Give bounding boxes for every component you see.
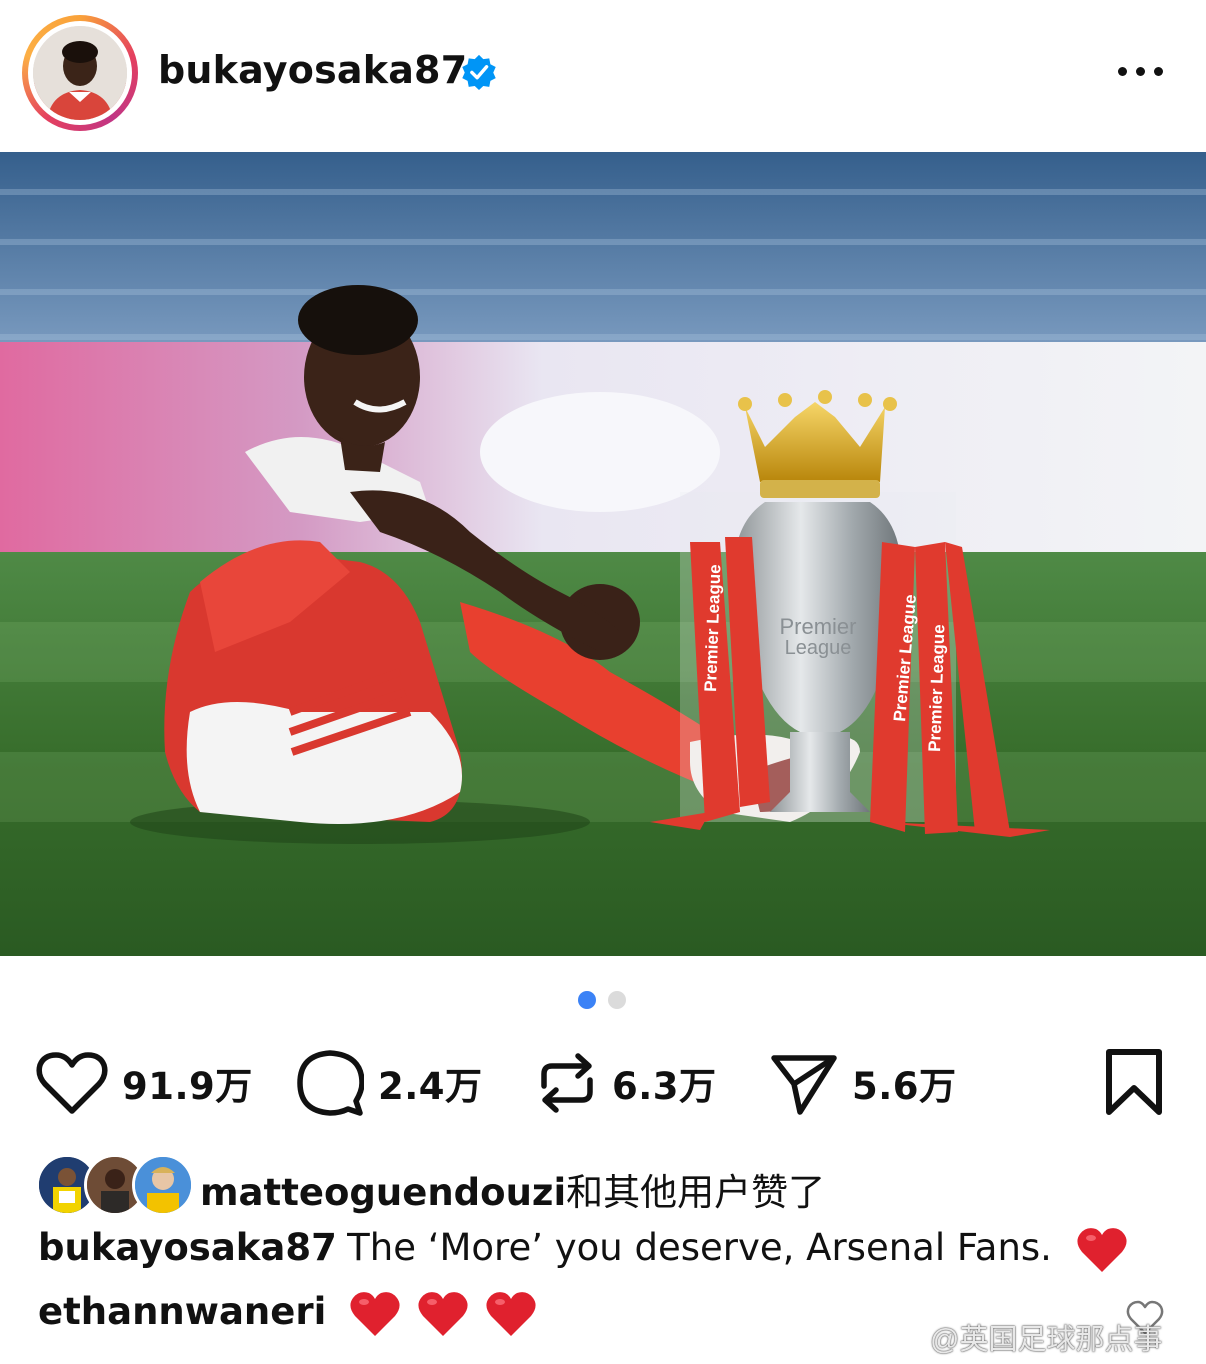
- verified-badge-icon: [462, 54, 496, 91]
- repost-icon: [541, 1053, 593, 1113]
- story-avatar[interactable]: [22, 15, 138, 131]
- liker-avatar: [132, 1154, 194, 1216]
- send-icon: [771, 1055, 837, 1115]
- avatar-image: [33, 26, 127, 120]
- red-heart-emoji-icon: [486, 1292, 536, 1337]
- comment-button[interactable]: 2.4万: [296, 1046, 483, 1120]
- red-heart-emoji-icon: [1077, 1228, 1127, 1273]
- trophy-engraving-line-2: League: [785, 637, 852, 659]
- share-count: 5.6万: [852, 1065, 957, 1108]
- post-username[interactable]: bukayosaka87: [158, 48, 467, 92]
- red-heart-emoji-icon: [418, 1292, 468, 1337]
- red-heart-emoji-icon: [350, 1292, 400, 1337]
- like-count: 91.9万: [122, 1065, 253, 1108]
- caption-text: The ‘More’ you deserve, Arsenal Fans.: [347, 1226, 1052, 1269]
- share-button[interactable]: 5.6万: [770, 1046, 957, 1120]
- bookmark-icon[interactable]: [1102, 1048, 1166, 1116]
- comment-icon: [297, 1050, 364, 1116]
- comment-count: 2.4万: [378, 1065, 483, 1108]
- comment-row: ethannwaneri: [38, 1290, 537, 1338]
- liked-by-suffix: 和其他用户赞了: [566, 1172, 826, 1213]
- watermark: @英国足球那点事: [930, 1324, 1163, 1356]
- like-button[interactable]: 91.9万: [36, 1046, 253, 1120]
- avatar-portrait: [33, 26, 127, 120]
- carousel-dot-active: [578, 991, 596, 1009]
- comment-username[interactable]: ethannwaneri: [38, 1290, 326, 1333]
- liker-avatars[interactable]: [36, 1154, 194, 1216]
- post-header: bukayosaka87: [0, 0, 1206, 152]
- more-options-button[interactable]: [1112, 56, 1168, 86]
- liked-by-username[interactable]: matteoguendouzi: [200, 1171, 566, 1214]
- post-caption: bukayosaka87 The ‘More’ you deserve, Ars…: [38, 1226, 1128, 1274]
- trophy-engraving-line-1: Premier: [779, 614, 856, 639]
- post-photo-illustration: Premier League Premier League Premier Le…: [0, 152, 1206, 956]
- repost-count: 6.3万: [612, 1065, 717, 1108]
- avatar-border: [28, 21, 132, 125]
- heart-icon: [36, 1052, 108, 1114]
- more-dot: [1135, 66, 1145, 76]
- more-dot: [1153, 66, 1163, 76]
- carousel-indicator: [578, 991, 626, 1009]
- liker-avatar-image: [135, 1157, 191, 1213]
- caption-username[interactable]: bukayosaka87: [38, 1226, 337, 1269]
- repost-button[interactable]: 6.3万: [536, 1046, 717, 1120]
- more-dot: [1117, 66, 1127, 76]
- post-image[interactable]: Premier League Premier League Premier Le…: [0, 152, 1206, 956]
- carousel-dot: [608, 991, 626, 1009]
- liked-by-text: matteoguendouzi和其他用户赞了: [200, 1162, 825, 1216]
